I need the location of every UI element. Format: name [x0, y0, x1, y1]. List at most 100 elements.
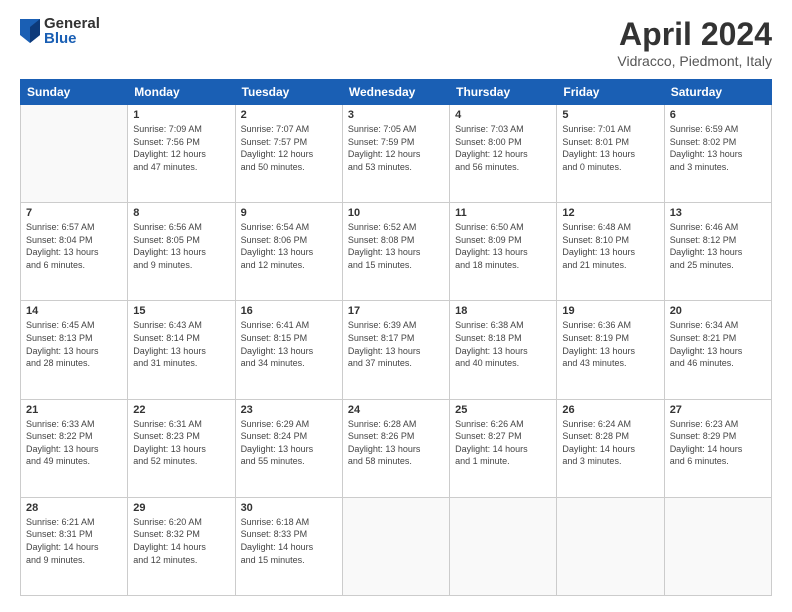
day-number: 13	[670, 207, 766, 219]
calendar-cell: 8Sunrise: 6:56 AM Sunset: 8:05 PM Daylig…	[128, 203, 235, 301]
day-info: Sunrise: 6:24 AM Sunset: 8:28 PM Dayligh…	[562, 418, 658, 468]
week-row-2: 7Sunrise: 6:57 AM Sunset: 8:04 PM Daylig…	[21, 203, 772, 301]
day-number: 2	[241, 109, 337, 121]
header: General Blue April 2024 Vidracco, Piedmo…	[20, 16, 772, 69]
week-row-5: 28 Sunrise: 6:21 AM Sunset: 8:31 PM Dayli…	[21, 497, 772, 595]
day-number: 20	[670, 305, 766, 317]
day-number: 15	[133, 305, 229, 317]
calendar-cell: 4 Sunrise: 7:03 AM Sunset: 8:00 PM Daylig…	[450, 105, 557, 203]
day-number: 28	[26, 502, 122, 514]
day-number: 10	[348, 207, 444, 219]
day-info: Sunrise: 6:20 AM Sunset: 8:32 PM Dayligh…	[133, 516, 229, 566]
day-number: 16	[241, 305, 337, 317]
day-info: Sunrise: 6:33 AM Sunset: 8:22 PM Dayligh…	[26, 418, 122, 468]
calendar-cell: 16 Sunrise: 6:41 AM Sunset: 8:15 PM Dayli…	[235, 301, 342, 399]
day-number: 5	[562, 109, 658, 121]
col-header-tuesday: Tuesday	[235, 80, 342, 105]
day-number: 14	[26, 305, 122, 317]
calendar-cell: 20Sunrise: 6:34 AM Sunset: 8:21 PM Dayli…	[664, 301, 771, 399]
calendar-cell: 23Sunrise: 6:29 AM Sunset: 8:24 PM Dayli…	[235, 399, 342, 497]
col-header-friday: Friday	[557, 80, 664, 105]
page-title: April 2024	[617, 16, 772, 53]
day-info: Sunrise: 6:38 AM Sunset: 8:18 PM Dayligh…	[455, 319, 551, 369]
logo-icon	[20, 19, 40, 43]
day-info: Sunrise: 6:36 AM Sunset: 8:19 PM Dayligh…	[562, 319, 658, 369]
day-number: 12	[562, 207, 658, 219]
calendar-cell	[21, 105, 128, 203]
calendar-cell: 18Sunrise: 6:38 AM Sunset: 8:18 PM Dayli…	[450, 301, 557, 399]
day-number: 4	[455, 109, 551, 121]
col-header-wednesday: Wednesday	[342, 80, 449, 105]
calendar-cell: 26 Sunrise: 6:24 AM Sunset: 8:28 PM Dayli…	[557, 399, 664, 497]
day-number: 24	[348, 404, 444, 416]
calendar-cell: 19 Sunrise: 6:36 AM Sunset: 8:19 PM Dayli…	[557, 301, 664, 399]
day-number: 30	[241, 502, 337, 514]
calendar-cell: 21 Sunrise: 6:33 AM Sunset: 8:22 PM Dayli…	[21, 399, 128, 497]
week-row-4: 21 Sunrise: 6:33 AM Sunset: 8:22 PM Dayli…	[21, 399, 772, 497]
day-info: Sunrise: 6:45 AM Sunset: 8:13 PM Dayligh…	[26, 319, 122, 369]
day-info: Sunrise: 6:31 AM Sunset: 8:23 PM Dayligh…	[133, 418, 229, 468]
day-info: Sunrise: 7:09 AM Sunset: 7:56 PM Dayligh…	[133, 123, 229, 173]
day-number: 19	[562, 305, 658, 317]
calendar-cell: 10 Sunrise: 6:52 AM Sunset: 8:08 PM Dayli…	[342, 203, 449, 301]
day-number: 21	[26, 404, 122, 416]
calendar-cell: 5Sunrise: 7:01 AM Sunset: 8:01 PM Daylig…	[557, 105, 664, 203]
calendar-cell: 28 Sunrise: 6:21 AM Sunset: 8:31 PM Dayli…	[21, 497, 128, 595]
calendar-cell: 24Sunrise: 6:28 AM Sunset: 8:26 PM Dayli…	[342, 399, 449, 497]
day-number: 1	[133, 109, 229, 121]
day-info: Sunrise: 6:48 AM Sunset: 8:10 PM Dayligh…	[562, 221, 658, 271]
calendar-cell: 27Sunrise: 6:23 AM Sunset: 8:29 PM Dayli…	[664, 399, 771, 497]
calendar-cell: 13 Sunrise: 6:46 AM Sunset: 8:12 PM Dayli…	[664, 203, 771, 301]
calendar-cell: 2Sunrise: 7:07 AM Sunset: 7:57 PM Daylig…	[235, 105, 342, 203]
day-info: Sunrise: 6:52 AM Sunset: 8:08 PM Dayligh…	[348, 221, 444, 271]
day-info: Sunrise: 6:39 AM Sunset: 8:17 PM Dayligh…	[348, 319, 444, 369]
day-number: 9	[241, 207, 337, 219]
col-header-thursday: Thursday	[450, 80, 557, 105]
day-info: Sunrise: 7:03 AM Sunset: 8:00 PM Dayligh…	[455, 123, 551, 173]
day-info: Sunrise: 6:54 AM Sunset: 8:06 PM Dayligh…	[241, 221, 337, 271]
day-number: 11	[455, 207, 551, 219]
calendar-cell	[342, 497, 449, 595]
day-number: 25	[455, 404, 551, 416]
calendar-cell: 7Sunrise: 6:57 AM Sunset: 8:04 PM Daylig…	[21, 203, 128, 301]
calendar-cell	[450, 497, 557, 595]
day-number: 29	[133, 502, 229, 514]
calendar-table: Sunday Monday Tuesday Wednesday Thursday…	[20, 79, 772, 596]
day-info: Sunrise: 6:59 AM Sunset: 8:02 PM Dayligh…	[670, 123, 766, 173]
week-row-1: 1 Sunrise: 7:09 AM Sunset: 7:56 PM Daylig…	[21, 105, 772, 203]
calendar-cell: 1 Sunrise: 7:09 AM Sunset: 7:56 PM Daylig…	[128, 105, 235, 203]
day-number: 17	[348, 305, 444, 317]
calendar-cell: 14 Sunrise: 6:45 AM Sunset: 8:13 PM Dayli…	[21, 301, 128, 399]
page: General Blue April 2024 Vidracco, Piedmo…	[0, 0, 792, 612]
day-info: Sunrise: 6:26 AM Sunset: 8:27 PM Dayligh…	[455, 418, 551, 468]
day-number: 22	[133, 404, 229, 416]
logo-general-text: General	[44, 16, 100, 31]
day-info: Sunrise: 6:18 AM Sunset: 8:33 PM Dayligh…	[241, 516, 337, 566]
calendar-cell: 9 Sunrise: 6:54 AM Sunset: 8:06 PM Daylig…	[235, 203, 342, 301]
day-info: Sunrise: 7:05 AM Sunset: 7:59 PM Dayligh…	[348, 123, 444, 173]
day-info: Sunrise: 6:43 AM Sunset: 8:14 PM Dayligh…	[133, 319, 229, 369]
calendar-cell: 22 Sunrise: 6:31 AM Sunset: 8:23 PM Dayli…	[128, 399, 235, 497]
calendar-cell	[664, 497, 771, 595]
col-header-sunday: Sunday	[21, 80, 128, 105]
day-info: Sunrise: 6:29 AM Sunset: 8:24 PM Dayligh…	[241, 418, 337, 468]
day-info: Sunrise: 6:56 AM Sunset: 8:05 PM Dayligh…	[133, 221, 229, 271]
day-number: 26	[562, 404, 658, 416]
week-row-3: 14 Sunrise: 6:45 AM Sunset: 8:13 PM Dayli…	[21, 301, 772, 399]
logo-text: General Blue	[44, 16, 100, 46]
calendar-cell: 29 Sunrise: 6:20 AM Sunset: 8:32 PM Dayli…	[128, 497, 235, 595]
calendar-cell	[557, 497, 664, 595]
logo: General Blue	[20, 16, 100, 46]
day-info: Sunrise: 6:21 AM Sunset: 8:31 PM Dayligh…	[26, 516, 122, 566]
calendar-cell: 15 Sunrise: 6:43 AM Sunset: 8:14 PM Dayli…	[128, 301, 235, 399]
calendar-cell: 12 Sunrise: 6:48 AM Sunset: 8:10 PM Dayli…	[557, 203, 664, 301]
day-info: Sunrise: 6:46 AM Sunset: 8:12 PM Dayligh…	[670, 221, 766, 271]
day-info: Sunrise: 6:41 AM Sunset: 8:15 PM Dayligh…	[241, 319, 337, 369]
day-number: 3	[348, 109, 444, 121]
day-number: 27	[670, 404, 766, 416]
calendar-cell: 25 Sunrise: 6:26 AM Sunset: 8:27 PM Dayli…	[450, 399, 557, 497]
header-right: April 2024 Vidracco, Piedmont, Italy	[617, 16, 772, 69]
logo-blue-text: Blue	[44, 31, 100, 46]
calendar-cell: 11Sunrise: 6:50 AM Sunset: 8:09 PM Dayli…	[450, 203, 557, 301]
day-number: 6	[670, 109, 766, 121]
